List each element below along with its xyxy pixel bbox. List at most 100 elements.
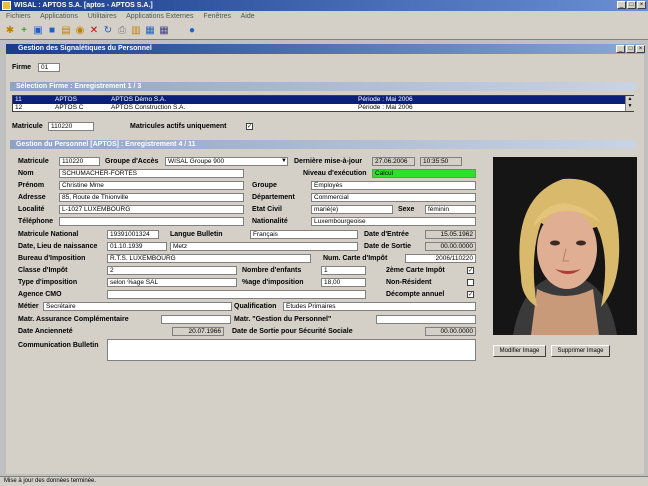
grid-row[interactable]: 11 APTOS APTOS Démo S.A. Période : Mai 2…	[13, 96, 625, 104]
matricule-label: Matricule	[18, 158, 49, 165]
adresse-field[interactable]: 85, Route de Thionville	[59, 193, 244, 202]
bureau-label: Bureau d'Imposition	[18, 255, 86, 262]
nationalite-label: Nationalité	[252, 218, 288, 225]
anciennete-field[interactable]: 20.07.1966	[172, 327, 224, 336]
sexe-field[interactable]: féminin	[425, 205, 476, 214]
assurance-field[interactable]	[161, 315, 231, 324]
prenom-field[interactable]: Christine Mme	[59, 181, 244, 190]
close-icon[interactable]: ×	[637, 1, 646, 9]
export-icon[interactable]: ▥	[130, 25, 142, 37]
metier-label: Métier	[18, 303, 39, 310]
app-titlebar: WISAL : APTOS S.A. [aptos - APTOS S.A.]	[0, 0, 648, 11]
departement-label: Département	[252, 194, 295, 201]
maximize-icon[interactable]: □	[627, 1, 636, 9]
grid-row[interactable]: 12 APTOS C APTOS Construction S.A. Pério…	[13, 104, 625, 112]
qualification-field[interactable]: Etudes Primaires	[283, 302, 476, 311]
delete-icon[interactable]: ✕	[88, 25, 100, 37]
agence-cmo-field[interactable]	[107, 290, 366, 299]
nom-field[interactable]: SCHUMACHER-FORTES	[59, 169, 244, 178]
chevron-down-icon[interactable]: ▼	[281, 158, 287, 164]
menu-applications-externes[interactable]: Applications Externes	[126, 13, 193, 20]
date-sortie-field[interactable]: 00.00.0000	[425, 242, 476, 251]
decompte-label: Décompte annuel	[386, 291, 445, 298]
disk-icon[interactable]: ▦	[144, 25, 156, 37]
departement-field[interactable]: Commercial	[311, 193, 476, 202]
search-icon[interactable]: ✱	[4, 25, 16, 37]
date-entree-label: Date d'Entrée	[364, 231, 409, 238]
menu-fichiers[interactable]: Fichiers	[6, 13, 31, 20]
folder-icon[interactable]: ▤	[60, 25, 72, 37]
groupe-acces-select[interactable]: WISAL Groupe 900	[165, 157, 288, 166]
subwindow-minimize-icon[interactable]: _	[616, 45, 625, 53]
grid-cell-code: APTOS	[55, 96, 77, 103]
grid-icon[interactable]: ▦	[158, 25, 170, 37]
naissance-lieu-field[interactable]: Metz	[170, 242, 358, 251]
matricule-national-field[interactable]: 19391001324	[107, 230, 159, 239]
gestion-perso-field[interactable]	[376, 315, 476, 324]
adresse-label: Adresse	[18, 194, 46, 201]
modify-image-button[interactable]: Modifier Image	[493, 345, 546, 357]
bureau-field[interactable]: R.T.S. LUXEMBOURG	[107, 254, 311, 263]
grid-cell-name: APTOS Construction S.A.	[111, 104, 186, 111]
telephone-field[interactable]	[59, 217, 244, 226]
subwindow-close-icon[interactable]: ×	[636, 45, 645, 53]
refresh-icon[interactable]: ↻	[102, 25, 114, 37]
matricule-national-label: Matricule National	[18, 231, 79, 238]
niveau-field: Calcul	[372, 169, 476, 178]
menu-fenetres[interactable]: Fenêtres	[203, 13, 231, 20]
naissance-date-field[interactable]: 01.10.1939	[107, 242, 167, 251]
enfants-label: Nombre d'enfants	[242, 267, 302, 274]
matricule-filter-field[interactable]: 110220	[48, 122, 94, 131]
save-icon[interactable]: ■	[46, 25, 58, 37]
classe-label: Classe d'Impôt	[18, 267, 68, 274]
help-icon[interactable]: ●	[186, 25, 198, 37]
pct-imposition-field[interactable]: 18,00	[321, 278, 366, 287]
groupe-acces-value: WISAL Groupe 900	[168, 158, 225, 165]
groupe-field[interactable]: Employés	[311, 181, 476, 190]
sortie-secu-field[interactable]: 00.00.0000	[425, 327, 476, 336]
nom-label: Nom	[18, 170, 34, 177]
localite-label: Localité	[18, 206, 45, 213]
enfants-field[interactable]: 1	[321, 266, 366, 275]
date-entree-field[interactable]: 15.05.1962	[425, 230, 476, 239]
menu-utilitaires[interactable]: Utilitaires	[88, 13, 117, 20]
langue-bulletin-field[interactable]: Français	[250, 230, 358, 239]
actifs-label: Matricules actifs uniquement	[130, 123, 227, 130]
add-icon[interactable]: +	[18, 25, 30, 37]
firme-field[interactable]: 01	[38, 63, 60, 72]
sortie-secu-label: Date de Sortie pour Sécurité Sociale	[232, 328, 353, 335]
non-resident-checkbox[interactable]	[467, 279, 474, 286]
derniere-maj-time: 10:35:50	[420, 157, 462, 166]
derniere-maj-label: Dernière mise-à-jour	[294, 158, 363, 165]
qualification-label: Qualification	[234, 303, 277, 310]
delete-image-button[interactable]: Supprimer Image	[551, 345, 610, 357]
matricule-field[interactable]: 110220	[59, 157, 100, 166]
minimize-icon[interactable]: _	[617, 1, 626, 9]
find-icon[interactable]: ◉	[74, 25, 86, 37]
non-resident-label: Non-Résident	[386, 279, 432, 286]
communication-field[interactable]	[107, 339, 476, 361]
personnel-header: Gestion du Personnel [APTOS] : Enregistr…	[10, 140, 636, 149]
window-titlebar: Gestion des Signalétiques du Personnel	[6, 44, 644, 54]
assurance-label: Matr. Assurance Complémentaire	[18, 316, 129, 323]
nationalite-field[interactable]: Luxembourgeoise	[311, 217, 476, 226]
decompte-checkbox[interactable]: ✓	[467, 291, 474, 298]
etat-civil-label: Etat Civil	[252, 206, 282, 213]
copy-icon[interactable]: ▣	[32, 25, 44, 37]
menubar: Fichiers Applications Utilitaires Applic…	[0, 11, 648, 22]
subwindow-maximize-icon[interactable]: □	[626, 45, 635, 53]
num-carte-field[interactable]: 2006/110220	[405, 254, 476, 263]
print-icon[interactable]: ⎙	[116, 25, 128, 37]
carte2-checkbox[interactable]: ✓	[467, 267, 474, 274]
metier-field[interactable]: Secrétaire	[43, 302, 232, 311]
localite-field[interactable]: L-1027 LUXEMBOURG	[59, 205, 244, 214]
grid-scrollbar[interactable]: ▲ ▼	[625, 96, 634, 111]
type-imposition-label: Type d'imposition	[18, 279, 78, 286]
classe-field[interactable]: 2	[107, 266, 237, 275]
naissance-label: Date, Lieu de naissance	[18, 243, 98, 250]
menu-aide[interactable]: Aide	[241, 13, 255, 20]
actifs-checkbox[interactable]: ✓	[246, 123, 253, 130]
type-imposition-field[interactable]: selon %age SAL	[107, 278, 237, 287]
menu-applications[interactable]: Applications	[40, 13, 78, 20]
etat-civil-field[interactable]: marié(e)	[311, 205, 393, 214]
